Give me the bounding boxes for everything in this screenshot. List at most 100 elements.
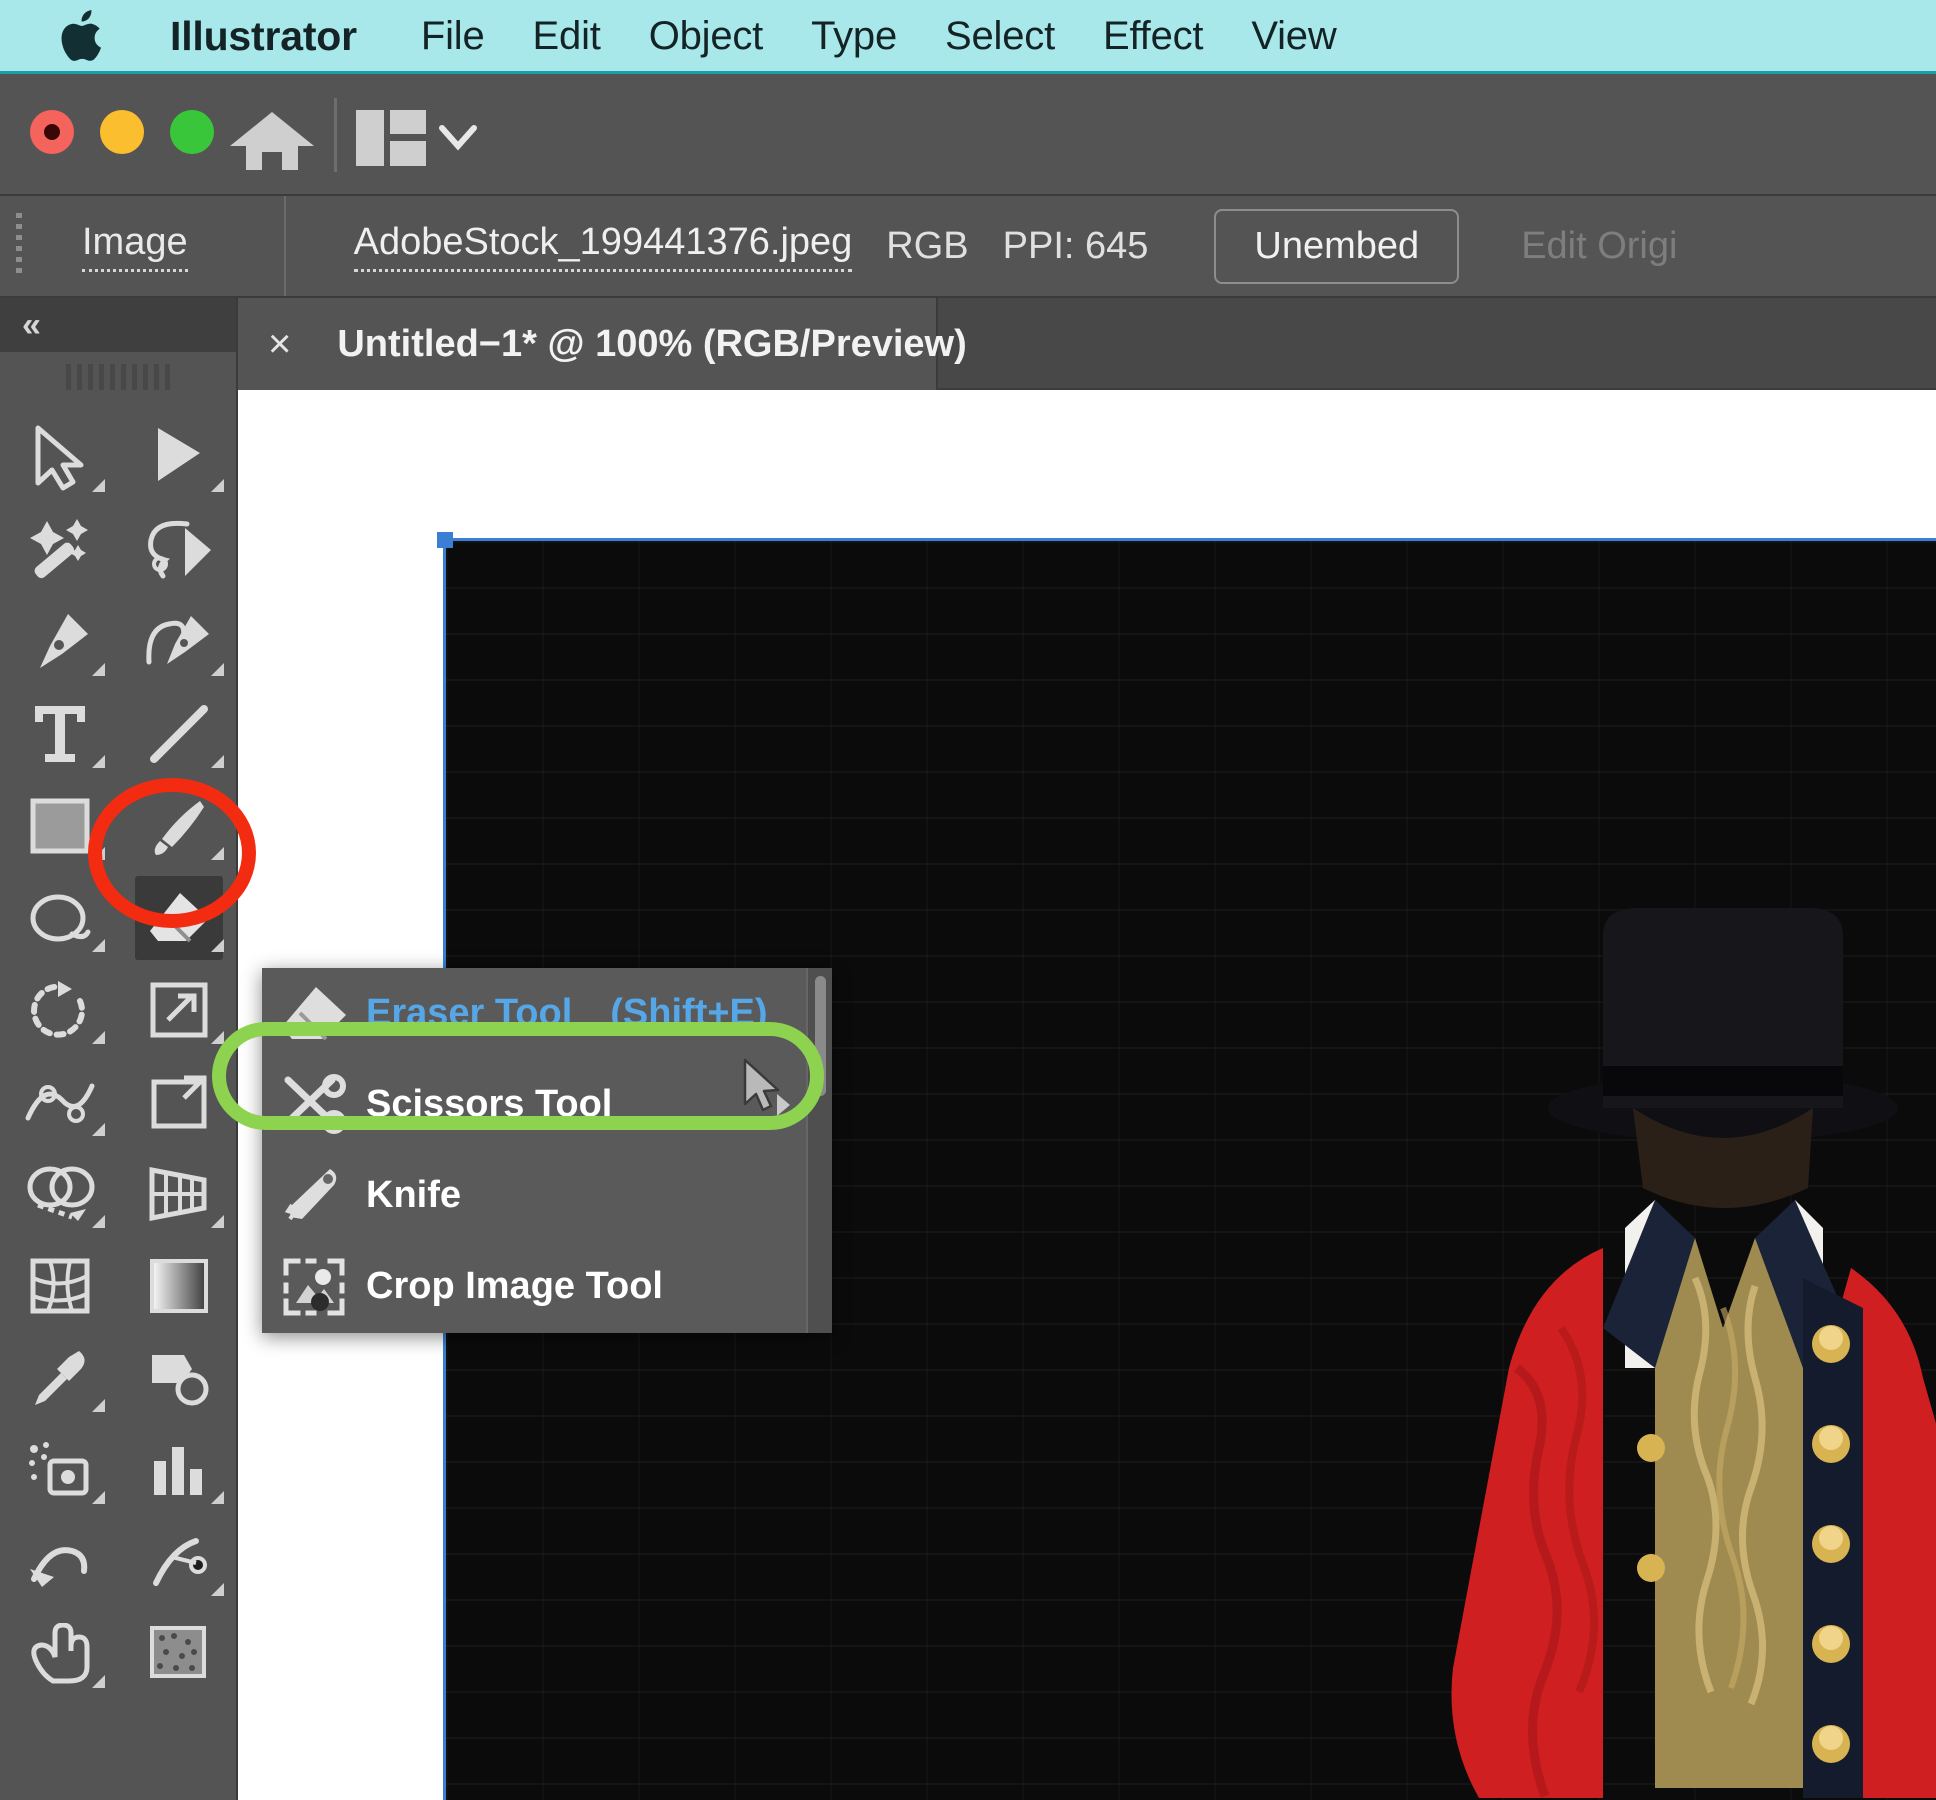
menu-view[interactable]: View <box>1227 0 1360 73</box>
ppi-label: PPI: 645 <box>1003 225 1149 268</box>
slice-icon <box>146 1531 212 1593</box>
perspective-grid-tool[interactable] <box>119 1148 238 1240</box>
hand-tool[interactable] <box>0 1608 119 1700</box>
blend-tool[interactable] <box>119 1332 238 1424</box>
shape-builder-tool[interactable] <box>0 1148 119 1240</box>
eraser-tool-flyout-menu[interactable]: Eraser Tool (Shift+E) Scissors Tool <box>262 968 832 1333</box>
flyout-indicator[interactable] <box>92 755 105 768</box>
mesh-tool[interactable] <box>0 1240 119 1332</box>
shaper-icon <box>28 890 92 946</box>
toolbar-divider <box>334 98 337 172</box>
flyout-indicator[interactable] <box>211 1031 224 1044</box>
line-segment-tool[interactable] <box>119 688 238 780</box>
width-icon <box>24 1072 96 1132</box>
tools-panel-grip[interactable] <box>66 364 170 390</box>
flyout-item-eraser-tool[interactable]: Eraser Tool (Shift+E) <box>262 968 832 1059</box>
magic-wand-icon <box>27 518 93 582</box>
flyout-indicator[interactable] <box>92 847 105 860</box>
flyout-indicator[interactable] <box>211 755 224 768</box>
document-tab-title: Untitled−1* @ 100% (RGB/Preview) <box>337 323 966 366</box>
flyout-indicator[interactable] <box>211 1583 224 1596</box>
minimize-button[interactable] <box>100 110 144 154</box>
type-tool[interactable] <box>0 688 119 780</box>
artboard-icon <box>26 1531 94 1593</box>
unembed-button[interactable]: Unembed <box>1214 209 1459 284</box>
apple-logo-icon[interactable] <box>58 9 104 63</box>
flyout-label-eraser-tool: Eraser Tool <box>366 992 572 1035</box>
control-bar: Image AdobeStock_199441376.jpeg RGB PPI:… <box>0 196 1936 298</box>
column-graph-tool[interactable] <box>119 1424 238 1516</box>
flyout-indicator[interactable] <box>92 1399 105 1412</box>
flyout-indicator[interactable] <box>211 479 224 492</box>
selection-tool[interactable] <box>0 412 119 504</box>
close-button[interactable] <box>30 110 74 154</box>
workspace-layout-icon[interactable] <box>356 110 426 166</box>
illustrator-window: Illustrator File Edit Object Type Select… <box>0 0 1936 1800</box>
flyout-indicator[interactable] <box>92 939 105 952</box>
menu-effect[interactable]: Effect <box>1079 0 1227 73</box>
document-tab[interactable]: × Untitled−1* @ 100% (RGB/Preview) <box>238 298 938 390</box>
flyout-indicator[interactable] <box>92 1491 105 1504</box>
tools-panel-header: « <box>0 298 236 352</box>
flyout-scrollbar[interactable] <box>806 968 832 1333</box>
window-chrome-bar <box>0 74 1936 196</box>
flyout-item-crop-image-tool[interactable]: Crop Image Tool <box>262 1241 832 1332</box>
menu-object[interactable]: Object <box>625 0 787 73</box>
flyout-indicator[interactable] <box>211 939 224 952</box>
control-bar-grip[interactable] <box>16 213 22 279</box>
rotate-tool[interactable] <box>0 964 119 1056</box>
selection-anchor-point[interactable] <box>437 532 453 548</box>
collapse-panel-icon[interactable]: « <box>22 306 38 345</box>
paintbrush-tool[interactable] <box>119 780 238 872</box>
flyout-indicator[interactable] <box>211 1491 224 1504</box>
artboard-tool[interactable] <box>0 1516 119 1608</box>
shaper-tool[interactable] <box>0 872 119 964</box>
eraser-icon <box>262 983 366 1045</box>
pen-tool[interactable] <box>0 596 119 688</box>
eyedropper-tool[interactable] <box>0 1332 119 1424</box>
scale-tool[interactable] <box>119 964 238 1056</box>
slice-tool[interactable] <box>119 1516 238 1608</box>
width-tool[interactable] <box>0 1056 119 1148</box>
selection-arrow-icon <box>33 425 87 491</box>
menu-file[interactable]: File <box>397 0 509 73</box>
traffic-lights <box>30 110 214 154</box>
rectangle-tool[interactable] <box>0 780 119 872</box>
object-type-label[interactable]: Image <box>82 221 188 272</box>
free-transform-icon <box>148 1072 210 1132</box>
pen-nib-icon <box>28 610 92 674</box>
chevron-down-icon[interactable] <box>438 120 478 154</box>
zoom-icon <box>148 1624 210 1684</box>
close-icon[interactable]: × <box>268 322 291 367</box>
flyout-indicator[interactable] <box>211 1215 224 1228</box>
direct-selection-arrow-icon <box>152 425 206 491</box>
gradient-tool[interactable] <box>119 1240 238 1332</box>
curvature-tool[interactable] <box>119 596 238 688</box>
flyout-label-crop-image-tool: Crop Image Tool <box>366 1265 663 1308</box>
line-segment-icon <box>148 703 210 765</box>
linked-file-name[interactable]: AdobeStock_199441376.jpeg <box>354 221 853 272</box>
free-transform-tool[interactable] <box>119 1056 238 1148</box>
lasso-tool[interactable] <box>119 504 238 596</box>
flyout-indicator[interactable] <box>211 847 224 860</box>
magic-wand-tool[interactable] <box>0 504 119 596</box>
tools-grid <box>0 412 238 1700</box>
menu-edit[interactable]: Edit <box>509 0 625 73</box>
flyout-indicator[interactable] <box>92 479 105 492</box>
maximize-button[interactable] <box>170 110 214 154</box>
menu-illustrator[interactable]: Illustrator <box>146 0 397 73</box>
flyout-item-knife[interactable]: Knife <box>262 1150 832 1241</box>
menu-select[interactable]: Select <box>921 0 1079 73</box>
crop-image-icon <box>262 1255 366 1319</box>
home-icon[interactable] <box>228 110 316 172</box>
flyout-indicator[interactable] <box>92 1031 105 1044</box>
direct-selection-tool[interactable] <box>119 412 238 504</box>
hand-icon <box>27 1623 93 1685</box>
eraser-tool[interactable] <box>119 872 238 964</box>
flyout-indicator[interactable] <box>92 663 105 676</box>
flyout-scrollbar-thumb[interactable] <box>815 976 826 1096</box>
zoom-tool[interactable] <box>119 1608 238 1700</box>
symbol-sprayer-tool[interactable] <box>0 1424 119 1516</box>
flyout-indicator[interactable] <box>92 1675 105 1688</box>
menu-type[interactable]: Type <box>787 0 921 73</box>
